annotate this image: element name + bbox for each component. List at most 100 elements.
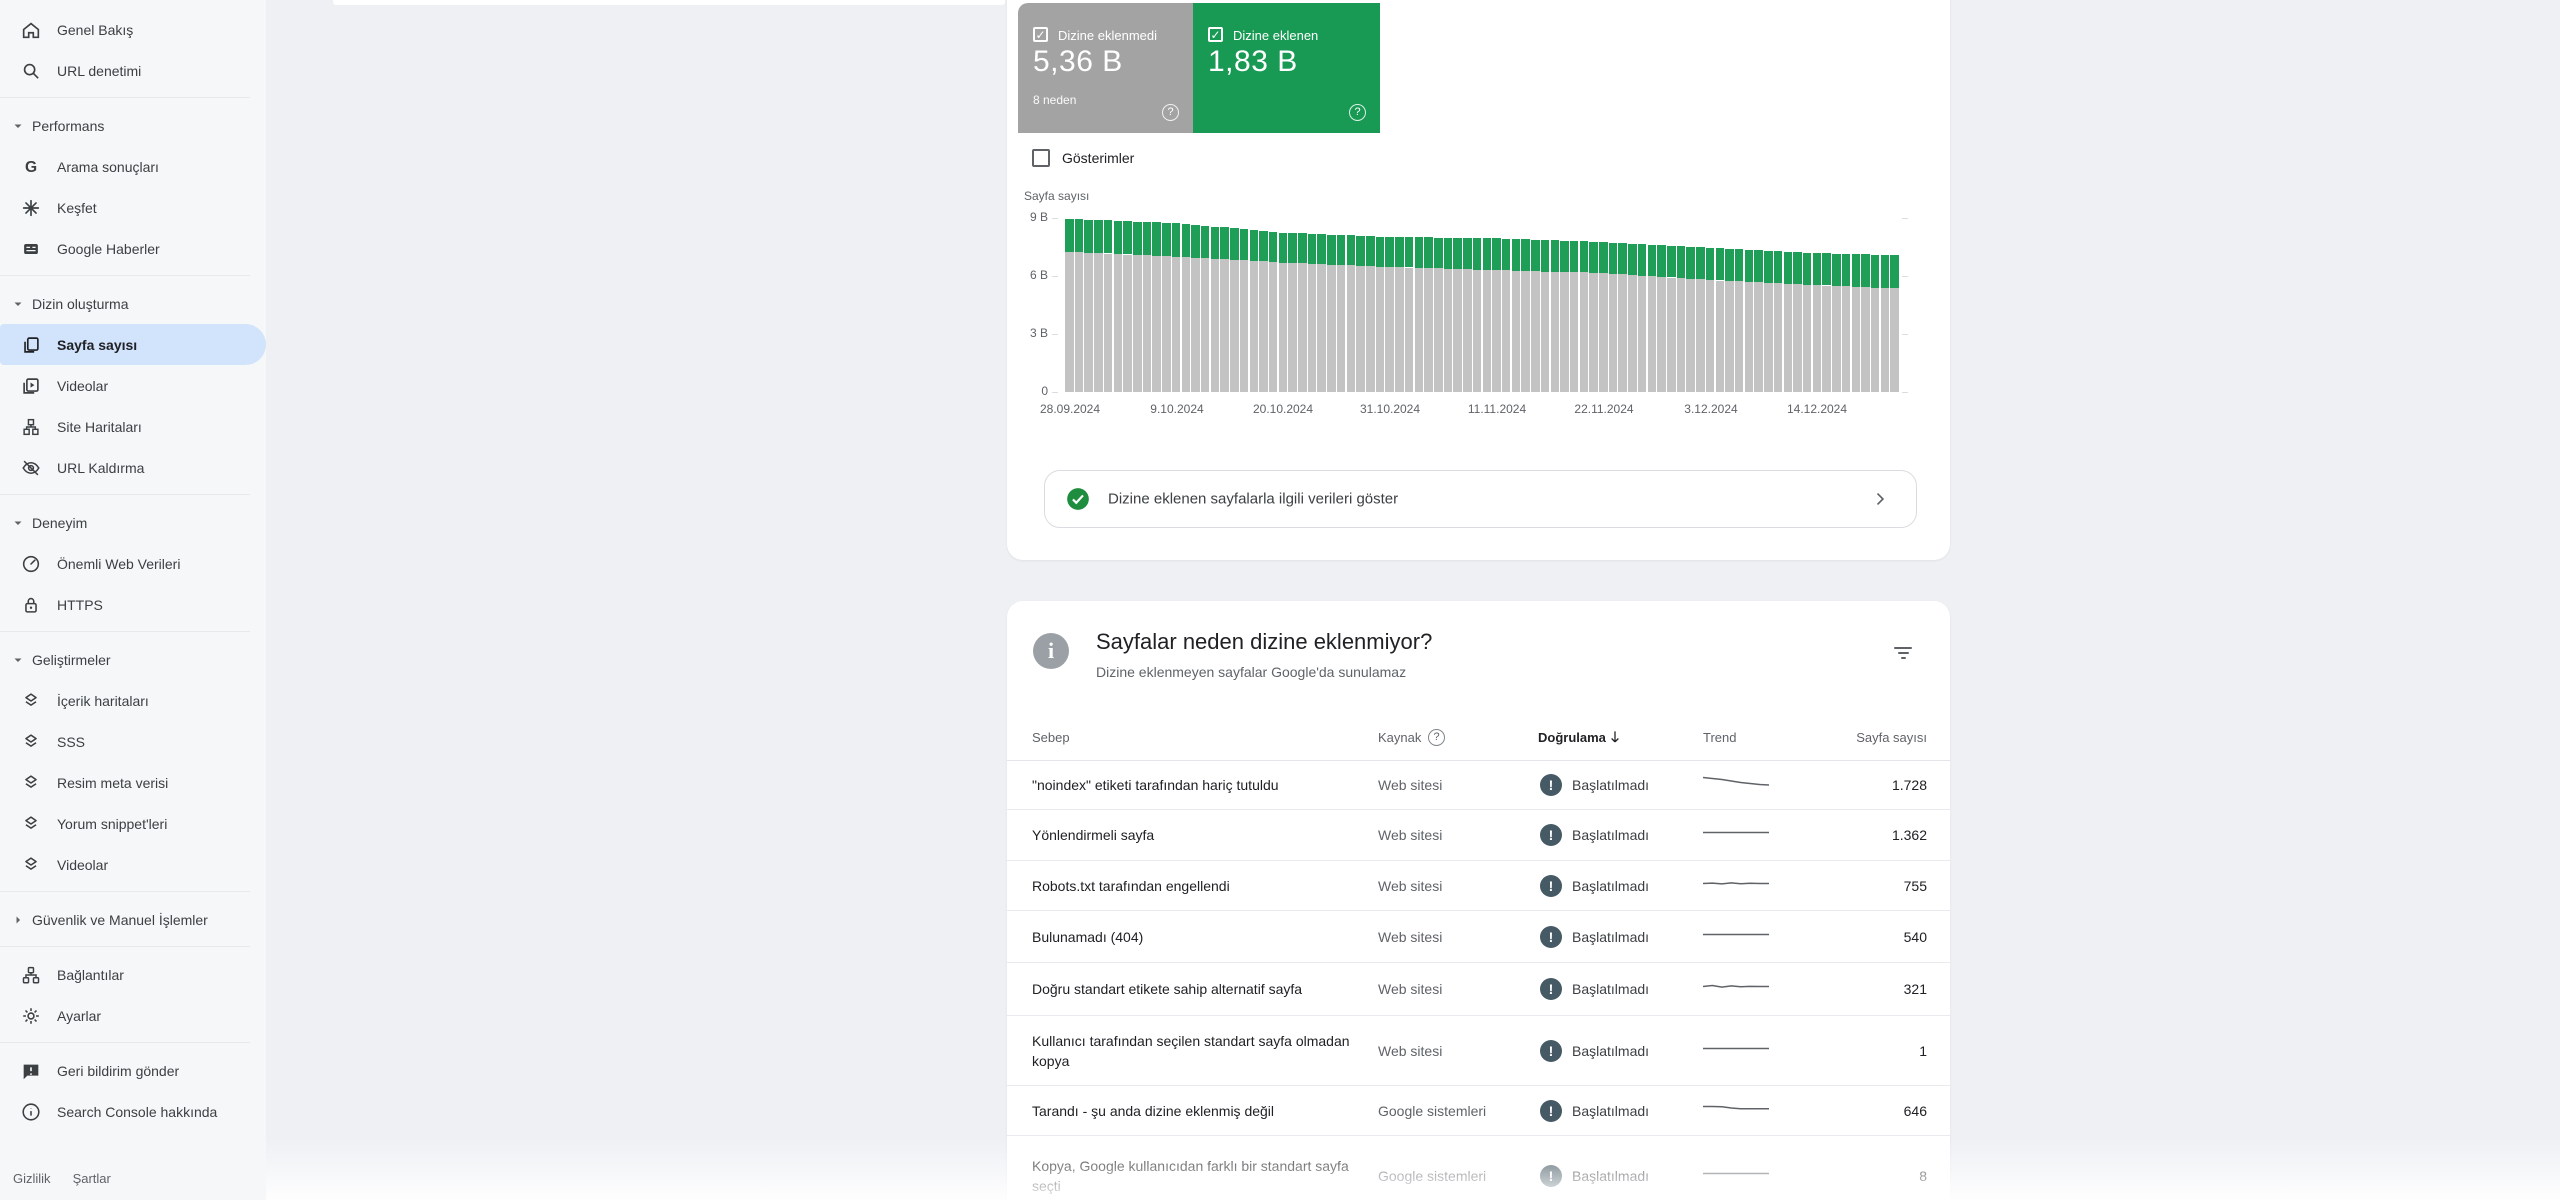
column-header-kaynak[interactable]: Kaynak [1378,730,1421,745]
kaynak-help-icon[interactable]: ? [1428,729,1445,746]
checked-checkbox-icon[interactable]: ✓ [1208,27,1223,42]
cell-sebep[interactable]: Bulunamadı (404) [1032,927,1352,947]
sidebar-item-icerik-haritalari[interactable]: İçerik haritaları [0,680,266,721]
column-header-dogrulama[interactable]: Doğrulama [1538,730,1606,745]
checked-checkbox-icon[interactable]: ✓ [1033,27,1048,42]
cell-sebep[interactable]: Yönlendirmeli sayfa [1032,825,1352,845]
chart-bar-indexed [1608,242,1618,274]
reasons-table: "noindex" etiketi tarafından hariç tutul… [1007,761,1950,1200]
column-header-trend[interactable]: Trend [1703,730,1736,745]
chart-bar-indexed [1647,244,1657,277]
chart-bar-indexed [1599,242,1608,273]
sidebar-section-gelistirmeler[interactable]: Geliştirmeler [0,639,266,680]
sidebar-item-resim-meta-verisi[interactable]: Resim meta verisi [0,762,266,803]
chart-bar-not-indexed [1822,285,1831,392]
privacy-link[interactable]: Gizlilik [13,1171,51,1186]
sidebar-section-performans[interactable]: Performans [0,105,266,146]
table-row[interactable]: Tarandı - şu anda dizine eklenmiş değil G… [1007,1086,1950,1136]
chart-bar-not-indexed [1385,266,1394,392]
sidebar-item-sayfa-sayisi[interactable]: Sayfa sayısı [0,324,266,365]
chart-bar-indexed [1511,239,1521,271]
chart-bar-indexed [1482,238,1492,270]
chart-bar-not-indexed [1696,279,1705,392]
sidebar-item-sss[interactable]: SSS [0,721,266,762]
chart-bar-not-indexed [1356,265,1365,392]
chart-bar-indexed [1249,229,1259,261]
sidebar-item-label: Arama sonuçları [57,158,159,175]
sidebar-item-label: Bağlantılar [57,966,124,983]
chart-bar-not-indexed [1162,256,1171,392]
cell-kaynak: Web sitesi [1378,827,1443,843]
sidebar-section-deneyim[interactable]: Deneyim [0,502,266,543]
sidebar-item-ayarlar[interactable]: Ayarlar [0,995,266,1036]
sidebar-divider [0,275,250,276]
unchecked-checkbox-icon[interactable] [1032,149,1050,167]
sort-descending-icon[interactable] [1606,728,1624,746]
sidebar-item-https[interactable]: HTTPS [0,584,266,625]
terms-link[interactable]: Şartlar [73,1171,111,1186]
sidebar-item-label: Search Console hakkında [57,1103,218,1120]
sidebar-item-search-console-hakkinda[interactable]: Search Console hakkında [0,1091,266,1132]
header-bottom-edge [333,0,1005,5]
table-row[interactable]: Yönlendirmeli sayfa Web sitesi! Başlatılma… [1007,810,1950,861]
cell-dogrulama: ! Başlatılmadı [1540,774,1649,796]
sidebar-item-kesfet[interactable]: Keşfet [0,187,266,228]
cell-trend [1703,926,1769,947]
column-header-sebep[interactable]: Sebep [1032,730,1070,745]
chart-bar-indexed [1832,253,1841,286]
chart-bar-not-indexed [1123,254,1132,392]
sidebar-item-label: Genel Bakış [57,21,134,38]
sidebar-item-url-denetimi[interactable]: URL denetimi [0,50,266,91]
chart-bar-indexed [1385,236,1394,267]
sidebar-section-dizin-olusturma[interactable]: Dizin oluşturma [0,283,266,324]
chip-value: 1,83 B [1208,45,1298,78]
chart-bar-not-indexed [1094,253,1103,392]
chart-bar-not-indexed [1637,275,1647,392]
cell-sebep[interactable]: Kopya, Google kullanıcıdan farklı bir st… [1032,1156,1352,1196]
metric-chip-indexed[interactable]: ✓ Dizine eklenen 1,83 B ? [1193,3,1380,133]
sidebar-item-url-kaldirma[interactable]: URL Kaldırma [0,447,266,488]
table-row[interactable]: Kullanıcı tarafından seçilen standart sa… [1007,1016,1950,1086]
cell-sebep[interactable]: Robots.txt tarafından engellendi [1032,876,1352,896]
metric-chip-not-indexed[interactable]: ✓ Dizine eklenmedi 5,36 B 8 neden ? [1018,3,1193,133]
chart-bar-not-indexed [1676,278,1686,392]
video-icon [20,375,42,397]
table-row[interactable]: Kopya, Google kullanıcıdan farklı bir st… [1007,1136,1950,1200]
sidebar-item-videolar[interactable]: Videolar [0,365,266,406]
table-row[interactable]: "noindex" etiketi tarafından hariç tutul… [1007,761,1950,810]
filter-icon[interactable] [1888,638,1918,668]
impressions-checkbox[interactable]: Gösterimler [1032,149,1134,167]
cell-sebep[interactable]: Doğru standart etikete sahip alternatif … [1032,979,1352,999]
sidebar-item-videolar-gelistirmeler[interactable]: Videolar [0,844,266,885]
sidebar-item-arama-sonuclari[interactable]: G Arama sonuçları [0,146,266,187]
sidebar-item-google-haberler[interactable]: Google Haberler [0,228,266,269]
sidebar-item-genel-bakis[interactable]: Genel Bakış [0,9,266,50]
sidebar-section-guvenlik-ve-manuel-islemler[interactable]: Güvenlik ve Manuel İşlemler [0,899,266,940]
view-indexed-data-link[interactable]: Dizine eklenen sayfalarla ilgili veriler… [1044,470,1917,528]
chevron-right-icon[interactable] [1870,489,1890,509]
chart-bar-indexed [1200,225,1210,259]
cell-sebep[interactable]: Kullanıcı tarafından seçilen standart sa… [1032,1031,1352,1071]
help-icon[interactable]: ? [1349,104,1366,121]
sidebar-item-onemli-web-verileri[interactable]: Önemli Web Verileri [0,543,266,584]
sidebar-item-label: Ayarlar [57,1007,102,1024]
sidebar-item-site-haritalari[interactable]: Site Haritaları [0,406,266,447]
table-row[interactable]: Robots.txt tarafından engellendi Web site… [1007,861,1950,911]
chart-bar-indexed [1560,240,1569,272]
sidebar-item-geri-bildirim-gonder[interactable]: Geri bildirim gönder [0,1050,266,1091]
sitemap-icon [20,416,42,438]
column-header-sayfa-sayisi[interactable]: Sayfa sayısı [1800,730,1927,745]
table-row[interactable]: Doğru standart etikete sahip alternatif … [1007,963,1950,1016]
table-row[interactable]: Bulunamadı (404) Web sitesi! Başlatılmadı 5… [1007,911,1950,963]
sidebar-item-yorum-snippetleri[interactable]: Yorum snippet'leri [0,803,266,844]
sidebar-item-baglantilar[interactable]: Bağlantılar [0,954,266,995]
sidebar-item-label: Dizin oluşturma [32,295,129,312]
not-started-alert-icon: ! [1540,774,1562,796]
y-axis-tick-right [1902,276,1908,277]
help-icon[interactable]: ? [1162,104,1179,121]
chart-bar-not-indexed [1589,272,1598,392]
chart-bar-not-indexed [1812,285,1822,392]
cell-sebep[interactable]: "noindex" etiketi tarafından hariç tutul… [1032,775,1352,795]
cell-sebep[interactable]: Tarandı - şu anda dizine eklenmiş değil [1032,1101,1352,1121]
cell-kaynak: Web sitesi [1378,1042,1443,1059]
